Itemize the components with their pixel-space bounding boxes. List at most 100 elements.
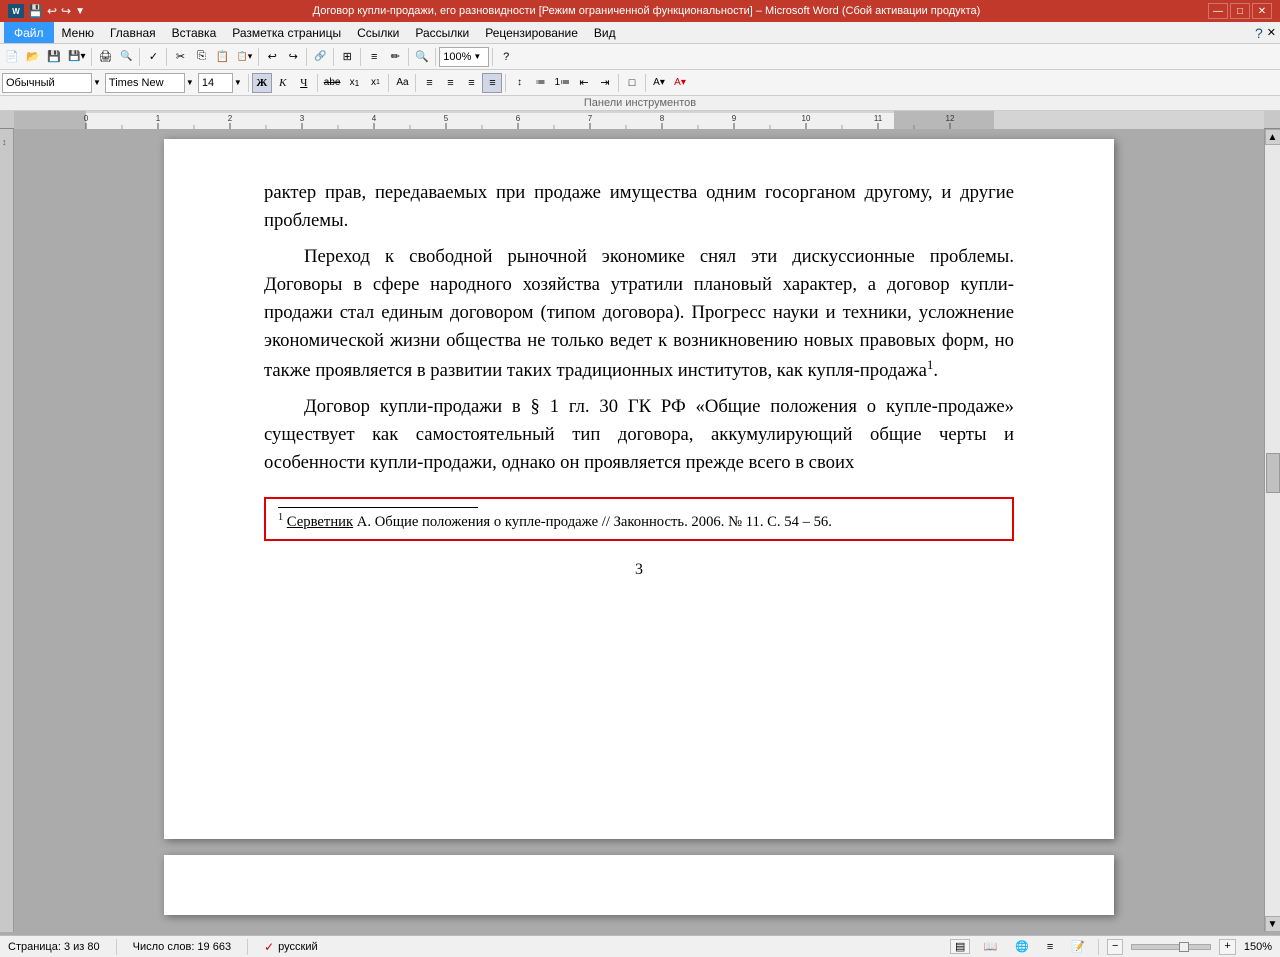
hyperlink-btn[interactable]: 🔗 <box>310 47 330 67</box>
scroll-down-btn[interactable]: ▼ <box>1265 916 1280 932</box>
menu-insert[interactable]: Вставка <box>164 22 225 43</box>
align-left-btn[interactable]: ≡ <box>419 73 439 93</box>
strikethrough-btn[interactable]: abe <box>321 73 344 93</box>
ruler: 0 1 2 3 4 5 6 7 8 9 10 11 12 <box>14 111 1264 129</box>
footnote-content: 1 Серветник А. Общие положения о купле-п… <box>278 512 1000 531</box>
new-btn[interactable]: 📄 <box>2 47 22 67</box>
italic-btn[interactable]: К <box>273 73 293 93</box>
panel-label: Панели инструментов <box>0 96 1280 111</box>
ruler-left-margin <box>0 111 14 128</box>
menu-menu[interactable]: Меню <box>54 22 102 43</box>
scroll-thumb[interactable] <box>1266 453 1280 493</box>
line-spacing-btn[interactable]: ↕ <box>509 73 529 93</box>
status-sep-2 <box>247 939 248 955</box>
document-scroll[interactable]: рактер прав, передаваемых при продаже им… <box>14 129 1264 932</box>
view-web-btn[interactable]: 🌐 <box>1010 939 1034 954</box>
fontsize-dropdown[interactable]: 14 <box>198 73 233 93</box>
document-page: рактер прав, передаваемых при продаже им… <box>164 139 1114 839</box>
menu-mailings[interactable]: Рассылки <box>407 22 477 43</box>
spellcheck-icon: ✓ <box>264 940 274 954</box>
save-as-btn[interactable]: 💾▾ <box>65 47 88 67</box>
menu-page-layout[interactable]: Разметка страницы <box>224 22 349 43</box>
page-count: Страница: 3 из 80 <box>8 941 100 953</box>
close-button[interactable]: ✕ <box>1252 3 1272 19</box>
ruler-container: 0 1 2 3 4 5 6 7 8 9 10 11 12 <box>0 111 1280 129</box>
footnote-box: 1 Серветник А. Общие положения о купле-п… <box>264 497 1014 541</box>
minimize-button[interactable]: — <box>1208 3 1228 19</box>
svg-text:9: 9 <box>732 114 737 123</box>
para-2: Переход к свободной рыночной экономике с… <box>264 243 1014 385</box>
menu-file[interactable]: Файл <box>4 22 54 43</box>
print-preview-btn[interactable]: 🔍 <box>116 47 136 67</box>
copy-btn[interactable]: ⎘ <box>191 47 211 67</box>
svg-text:8: 8 <box>660 114 665 123</box>
view-normal-btn[interactable]: ▤ <box>950 939 970 954</box>
language-indicator[interactable]: ✓ русский <box>264 940 318 954</box>
scroll-track[interactable] <box>1265 145 1280 916</box>
zoom-plus-btn[interactable]: + <box>1219 939 1235 955</box>
save-btn[interactable]: 💾 <box>44 47 64 67</box>
view-draft-btn[interactable]: 📝 <box>1066 939 1090 954</box>
align-center-btn[interactable]: ≡ <box>440 73 460 93</box>
svg-text:12: 12 <box>946 114 955 123</box>
align-justify-btn[interactable]: ≡ <box>482 73 502 93</box>
bold-btn[interactable]: Ж <box>252 73 272 93</box>
style-dropdown[interactable]: Обычный <box>2 73 92 93</box>
menu-home[interactable]: Главная <box>102 22 164 43</box>
help-icon[interactable]: ? <box>1255 25 1263 41</box>
superscript-btn[interactable]: x1 <box>365 73 385 93</box>
quick-access-save[interactable]: 💾 <box>28 4 43 18</box>
zoom-dd[interactable]: 100%▼ <box>439 47 489 67</box>
spellcheck-btn[interactable]: ✓ <box>143 47 163 67</box>
increase-indent-btn[interactable]: ⇥ <box>595 73 615 93</box>
next-page-partial <box>164 855 1114 915</box>
view-reading-btn[interactable]: 📖 <box>978 939 1002 954</box>
numbering-btn[interactable]: 1≔ <box>551 73 573 93</box>
svg-text:3: 3 <box>300 114 305 123</box>
status-bar: Страница: 3 из 80 Число слов: 19 663 ✓ р… <box>0 935 1280 957</box>
scroll-up-btn[interactable]: ▲ <box>1265 129 1280 145</box>
word-icon: W <box>8 4 24 18</box>
underline-btn[interactable]: Ч <box>294 73 314 93</box>
redo-btn[interactable]: ↪ <box>283 47 303 67</box>
window-title: Договор купли-продажи, его разновидности… <box>313 5 981 17</box>
open-btn[interactable]: 📂 <box>23 47 43 67</box>
quick-access-redo[interactable]: ↪ <box>61 4 71 18</box>
menu-view[interactable]: Вид <box>586 22 624 43</box>
menu-references[interactable]: Ссылки <box>349 22 407 43</box>
font-case-btn[interactable]: Aa <box>392 73 412 93</box>
zoom-percent[interactable]: 150% <box>1244 941 1272 953</box>
paste-btn[interactable]: 📋 <box>212 47 232 67</box>
svg-text:11: 11 <box>874 114 883 123</box>
quick-access-undo[interactable]: ↩ <box>47 4 57 18</box>
help-q-btn[interactable]: ? <box>496 47 516 67</box>
zoom-thumb[interactable] <box>1179 942 1189 952</box>
decrease-indent-btn[interactable]: ⇤ <box>574 73 594 93</box>
zoom-minus-btn[interactable]: − <box>1107 939 1123 955</box>
close-ribbon-icon[interactable]: ✕ <box>1267 26 1276 39</box>
view-outline-btn[interactable]: ≡ <box>1042 940 1058 954</box>
maximize-button[interactable]: □ <box>1230 3 1250 19</box>
menu-review[interactable]: Рецензирование <box>477 22 586 43</box>
print-btn[interactable]: 🖨 <box>95 47 115 67</box>
align-right-btn[interactable]: ≡ <box>461 73 481 93</box>
scrollbar[interactable]: ▲ ▼ <box>1264 129 1280 932</box>
table-btn[interactable]: ⊞ <box>337 47 357 67</box>
zoom-slider[interactable] <box>1131 944 1211 950</box>
toolbar-row-1: 📄 📂 💾 💾▾ 🖨 🔍 ✓ ✂ ⎘ 📋 📋▾ ↩ ↪ 🔗 ⊞ ≡ ✏ 🔍 10… <box>0 44 1280 70</box>
outside-borders-btn[interactable]: □ <box>622 73 642 93</box>
subscript-btn[interactable]: x1 <box>344 73 364 93</box>
bullets-btn[interactable]: ≔ <box>530 73 550 93</box>
font-dropdown[interactable]: Times New <box>105 73 185 93</box>
font-color-btn[interactable]: A▾ <box>670 73 690 93</box>
find-btn[interactable]: 🔍 <box>412 47 432 67</box>
quick-access-more[interactable]: ▼ <box>75 6 85 17</box>
drawing-btn[interactable]: ✏ <box>385 47 405 67</box>
svg-text:2: 2 <box>228 114 233 123</box>
columns-btn[interactable]: ≡ <box>364 47 384 67</box>
paste-special-btn[interactable]: 📋▾ <box>233 47 255 67</box>
toolbar-row-2: Обычный▼ Times New▼ 14▼ Ж К Ч abe x1 x1 … <box>0 70 1280 96</box>
highlight-btn[interactable]: A▾ <box>649 73 669 93</box>
undo-btn[interactable]: ↩ <box>262 47 282 67</box>
cut-btn[interactable]: ✂ <box>170 47 190 67</box>
